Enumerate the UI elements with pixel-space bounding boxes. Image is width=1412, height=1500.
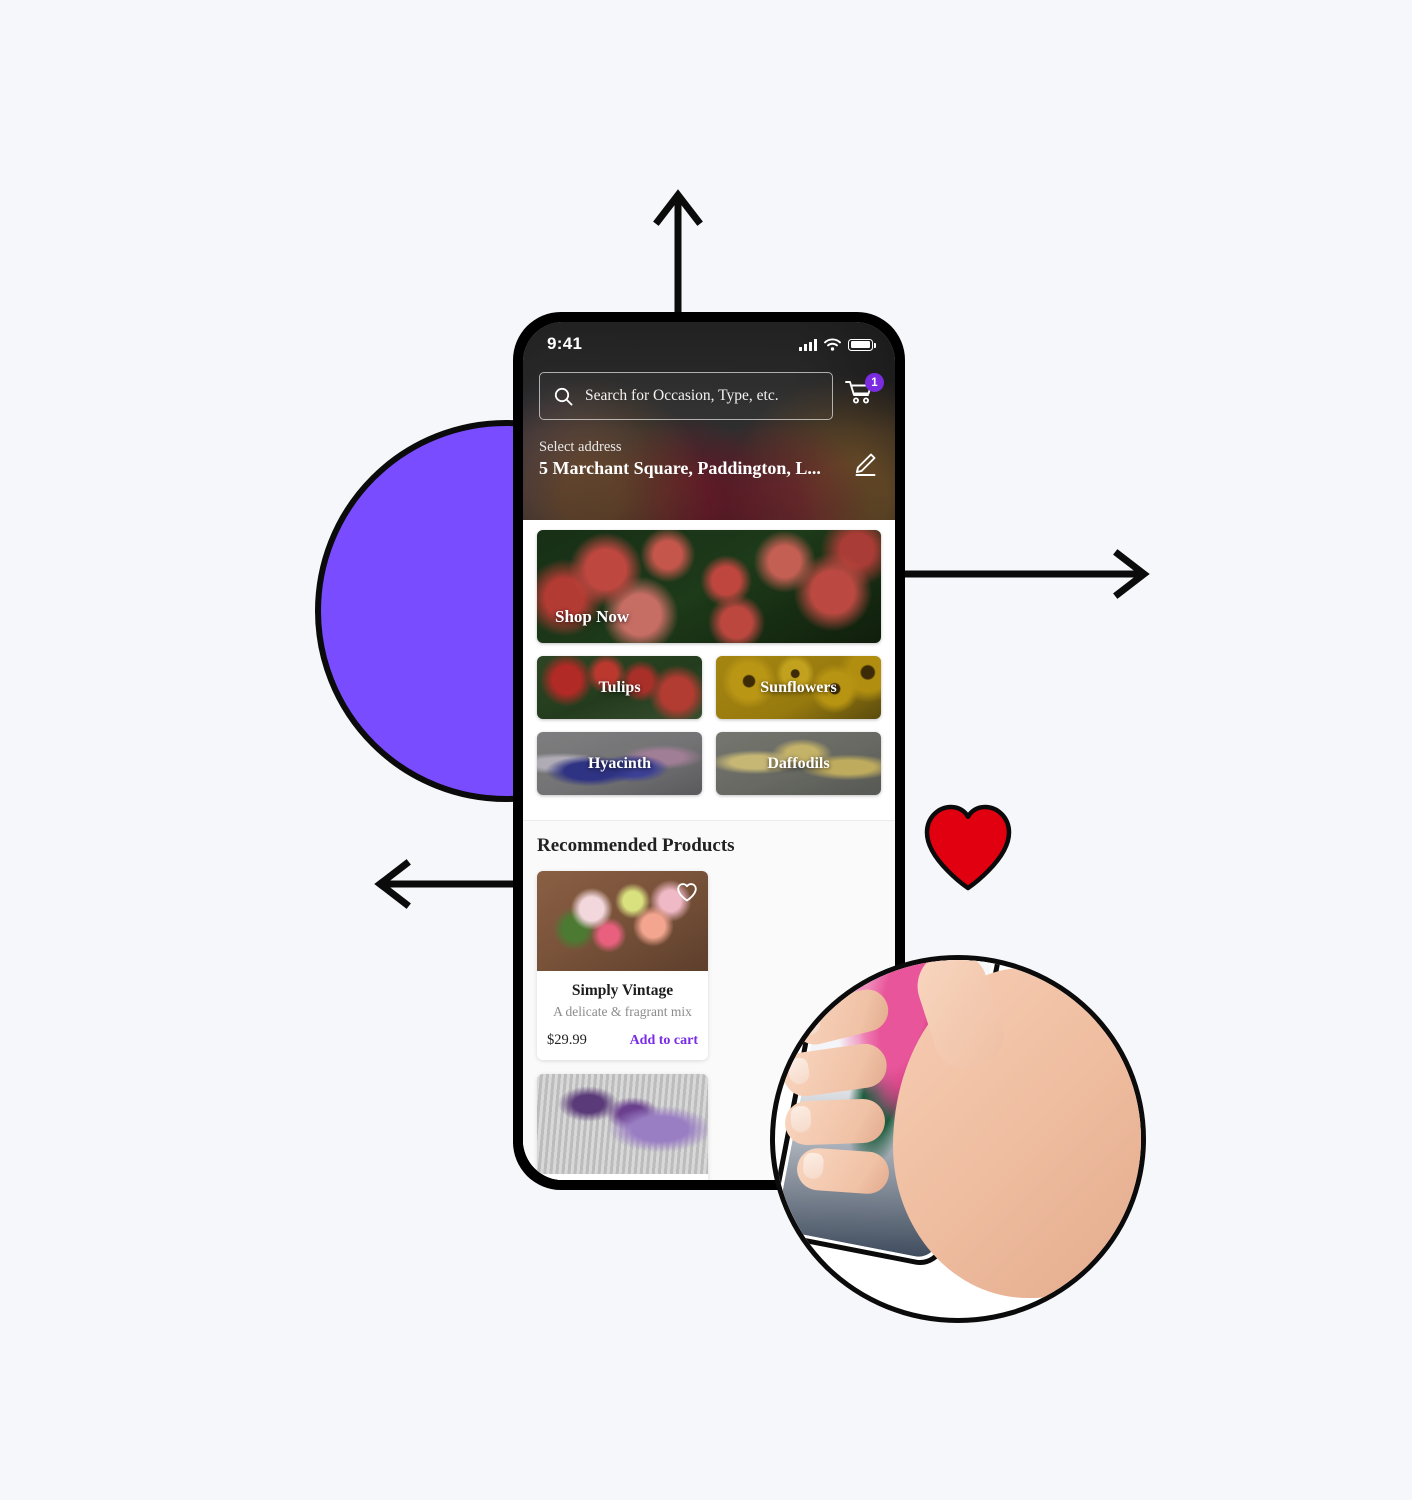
tile-shop-now[interactable]: Shop Now xyxy=(537,530,881,643)
cellular-signal-icon xyxy=(799,338,817,351)
tile-row-1: Tulips Sunflowers xyxy=(537,656,881,719)
product-card[interactable]: Simply Vintage A delicate & fragrant mix… xyxy=(537,871,708,1061)
search-row: Search for Occasion, Type, etc. 1 xyxy=(523,366,895,420)
address-label: Select address xyxy=(539,439,622,455)
category-tiles: Shop Now Tulips Sunflowers Hyacinth Daff… xyxy=(523,520,895,820)
edit-pencil-icon[interactable] xyxy=(851,450,879,478)
heart-outline-icon[interactable] xyxy=(675,880,699,904)
product-card[interactable]: M Mix of pur $23.99 xyxy=(537,1074,708,1180)
product-image xyxy=(537,871,708,971)
product-bottom-row: $29.99 Add to cart xyxy=(547,1032,698,1049)
address-row[interactable]: Select address 5 Marchant Square, Paddin… xyxy=(523,420,895,480)
status-bar: 9:41 xyxy=(523,322,895,366)
cart-badge: 1 xyxy=(865,373,884,392)
page-stage: 9:41 Search for Occasion, Type, etc. 1 S… xyxy=(0,0,1412,1500)
product-info: Simply Vintage A delicate & fragrant mix… xyxy=(537,971,708,1060)
tile-sunflowers-label: Sunflowers xyxy=(760,678,837,696)
arrow-right-icon xyxy=(900,549,1150,599)
address-text: Select address 5 Marchant Square, Paddin… xyxy=(539,438,851,480)
status-bar-time: 9:41 xyxy=(547,334,583,353)
tile-daffodils[interactable]: Daffodils xyxy=(716,732,881,795)
status-bar-icons xyxy=(799,338,876,351)
search-placeholder: Search for Occasion, Type, etc. xyxy=(585,387,779,404)
product-name: Simply Vintage xyxy=(571,982,674,999)
finger xyxy=(795,1146,891,1196)
arrow-left-icon xyxy=(374,859,516,909)
tile-hyacinth-label: Hyacinth xyxy=(587,754,652,772)
heart-sticker-icon xyxy=(924,804,1012,891)
product-info: M Mix of pur $23.99 xyxy=(537,1174,708,1180)
search-icon xyxy=(554,387,573,406)
finger xyxy=(784,1098,886,1146)
cart-button[interactable]: 1 xyxy=(845,373,884,413)
address-value: 5 Marchant Square, Paddington, L... xyxy=(539,458,821,479)
tile-daffodils-label: Daffodils xyxy=(767,754,830,772)
lilac-bouquet-photo xyxy=(537,1074,708,1175)
hand-holding-phone-photo xyxy=(770,955,1146,1323)
product-image xyxy=(537,1074,708,1175)
app-header: 9:41 Search for Occasion, Type, etc. 1 S… xyxy=(523,322,895,520)
tile-tulips[interactable]: Tulips xyxy=(537,656,702,719)
product-price: $29.99 xyxy=(547,1032,587,1049)
tile-hyacinth[interactable]: Hyacinth xyxy=(537,732,702,795)
tile-tulips-label: Tulips xyxy=(598,678,641,696)
product-desc: A delicate & fragrant mix xyxy=(553,1004,692,1020)
add-to-cart-button[interactable]: Add to cart xyxy=(630,1033,698,1049)
tile-shop-now-label: Shop Now xyxy=(555,607,630,626)
wifi-icon xyxy=(824,338,841,351)
tile-sunflowers[interactable]: Sunflowers xyxy=(716,656,881,719)
battery-icon xyxy=(848,338,876,351)
tile-row-2: Hyacinth Daffodils xyxy=(537,732,881,795)
search-input[interactable]: Search for Occasion, Type, etc. xyxy=(539,372,833,420)
recommended-title: Recommended Products xyxy=(537,835,735,856)
